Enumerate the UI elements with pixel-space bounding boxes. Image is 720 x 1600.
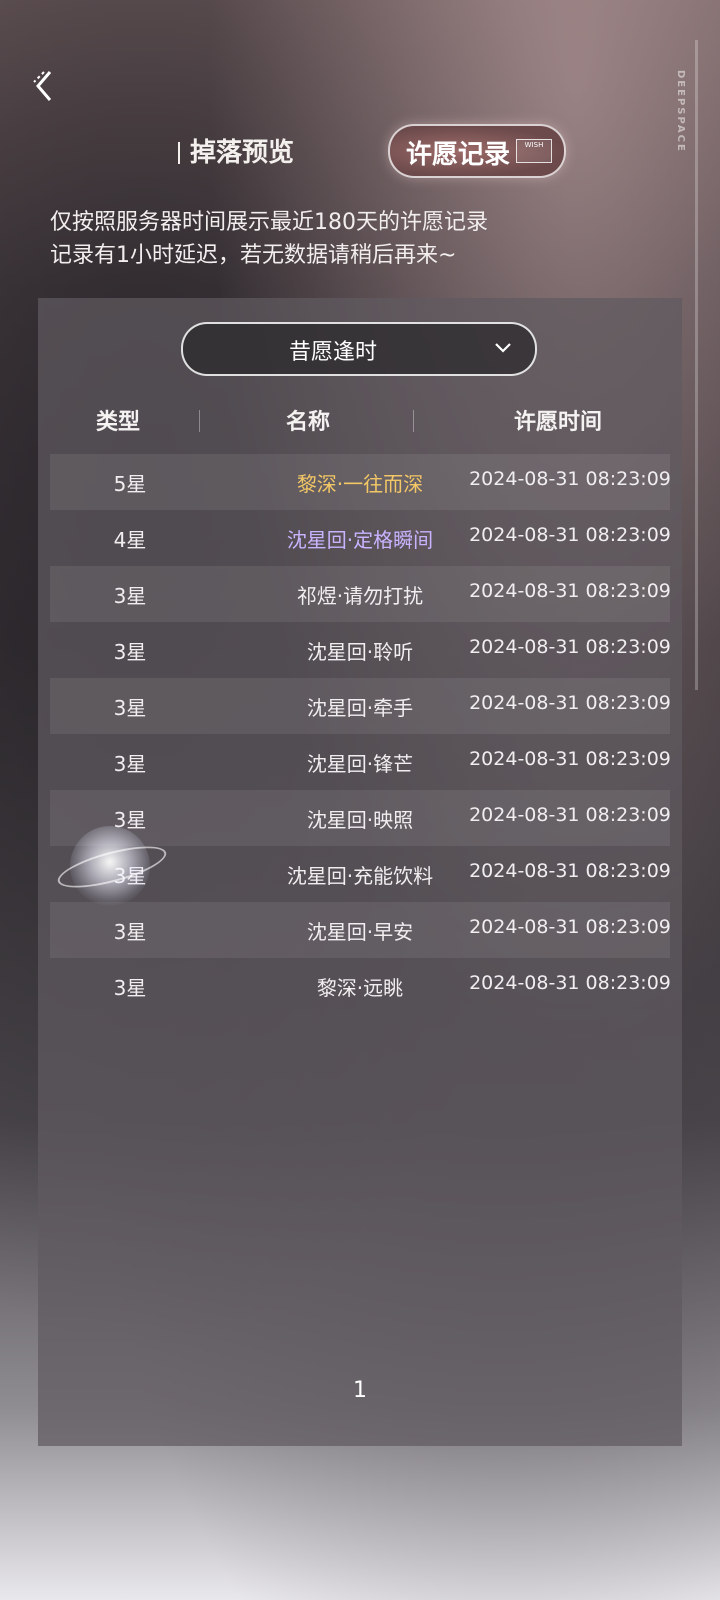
column-divider (413, 410, 414, 432)
row-time: 2024-08-31 08:23:09 (469, 748, 671, 770)
table-row: 4星 沈星回·定格瞬间 2024-08-31 08:23:09 (50, 510, 671, 566)
row-type: 3星 (113, 752, 147, 776)
floating-planet-button[interactable] (54, 826, 170, 906)
column-header-type: 类型 (95, 410, 140, 435)
table-row: 3星 沈星回·牵手 2024-08-31 08:23:09 (50, 678, 671, 734)
pool-select-dropdown[interactable]: 昔愿逢时 (181, 322, 537, 376)
wish-record-table: 5星 黎深·一往而深 2024-08-31 08:23:09 4星 沈星回·定格… (50, 454, 671, 1014)
notice-line-2: 记录有1小时延迟，若无数据请稍后再来~ (50, 243, 457, 268)
chevron-down-icon (495, 343, 511, 353)
table-row: 3星 沈星回·早安 2024-08-31 08:23:09 (50, 902, 671, 958)
row-time: 2024-08-31 08:23:09 (469, 860, 671, 882)
page-number: 1 (353, 1378, 367, 1403)
row-time: 2024-08-31 08:23:09 (469, 804, 671, 826)
tab-wish-record[interactable]: 许愿记录 WISH (388, 124, 566, 178)
row-time: 2024-08-31 08:23:09 (469, 636, 671, 658)
row-time: 2024-08-31 08:23:09 (469, 468, 671, 490)
row-type: 3星 (113, 920, 147, 944)
table-row: 3星 黎深·远眺 2024-08-31 08:23:09 (50, 958, 671, 1014)
row-type: 3星 (113, 976, 147, 1000)
tab-wish-tag: WISH (516, 139, 552, 163)
back-arrow-icon (33, 71, 52, 101)
column-divider (199, 410, 200, 432)
table-header: 类型 名称 许愿时间 (38, 398, 682, 442)
table-row: 3星 沈星回·聆听 2024-08-31 08:23:09 (50, 622, 671, 678)
row-type: 3星 (113, 696, 147, 720)
row-time: 2024-08-31 08:23:09 (469, 972, 671, 994)
table-row: 5星 黎深·一往而深 2024-08-31 08:23:09 (50, 454, 671, 510)
row-type: 3星 (113, 584, 147, 608)
row-type: 3星 (113, 640, 147, 664)
row-time: 2024-08-31 08:23:09 (469, 580, 671, 602)
row-type: 5星 (113, 472, 147, 496)
table-row: 3星 沈星回·锋芒 2024-08-31 08:23:09 (50, 734, 671, 790)
column-header-name: 名称 (285, 410, 330, 435)
table-row: 3星 沈星回·映照 2024-08-31 08:23:09 (50, 790, 671, 846)
column-header-time: 许愿时间 (513, 410, 602, 435)
notice-text: 仅按照服务器时间展示最近180天的许愿记录 记录有1小时延迟，若无数据请稍后再来… (50, 206, 488, 272)
row-time: 2024-08-31 08:23:09 (469, 916, 671, 938)
row-type: 4星 (113, 528, 147, 552)
notice-line-1: 仅按照服务器时间展示最近180天的许愿记录 (50, 210, 488, 235)
back-button[interactable] (30, 68, 66, 104)
pool-select-value: 昔愿逢时 (288, 340, 377, 365)
tab-bar: 掉落预览 许愿记录 WISH (0, 124, 720, 184)
tab-wish-record-label: 许愿记录 (406, 140, 511, 170)
table-row: 3星 祁煜·请勿打扰 2024-08-31 08:23:09 (50, 566, 671, 622)
row-time: 2024-08-31 08:23:09 (469, 524, 671, 546)
tab-drop-preview-label: 掉落预览 (190, 138, 295, 168)
row-time: 2024-08-31 08:23:09 (469, 692, 671, 714)
tab-drop-preview[interactable]: 掉落预览 (178, 132, 294, 169)
tab-divider (178, 142, 180, 164)
